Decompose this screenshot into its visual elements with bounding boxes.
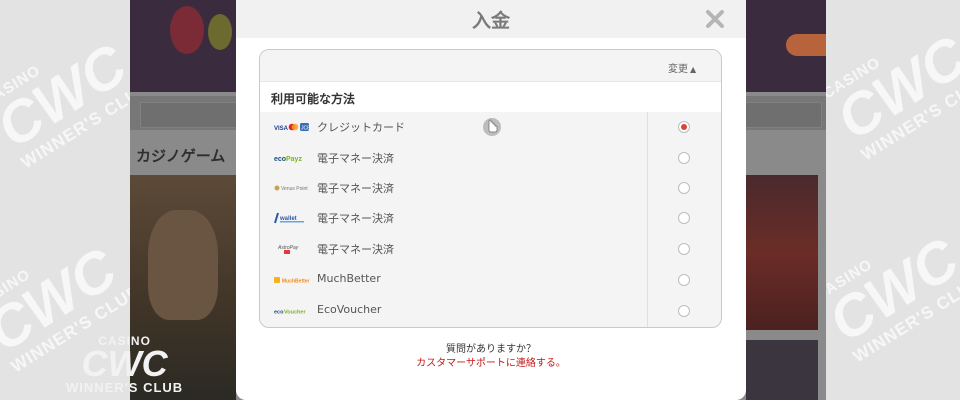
visa-mastercard-jcb-logo: VISA JCB bbox=[274, 123, 310, 132]
method-row-iwallet[interactable]: wallet 電子マネー決済 bbox=[260, 203, 721, 233]
muchbetter-logo: MuchBetter bbox=[274, 277, 310, 285]
method-row-astropay[interactable]: AstroPay 電子マネー決済 bbox=[260, 234, 721, 264]
watermark-panel-right: CASINO CWC WINNER'S CLUB CASINO CWC WINN… bbox=[826, 0, 960, 400]
page-tab bbox=[742, 102, 822, 128]
watermark: CASINO CWC WINNER'S CLUB bbox=[826, 225, 960, 367]
caret-up-icon: ▲ bbox=[690, 65, 697, 74]
method-name: 電子マネー決済 bbox=[317, 182, 394, 195]
page-tab bbox=[140, 102, 240, 128]
method-radio[interactable] bbox=[678, 243, 690, 255]
deposit-modal: 入金 変更 ▲ 利用可能な方法 VISA JCB クレジットカード eco Pa… bbox=[236, 0, 746, 400]
method-row-venus-point[interactable]: Venus Point 電子マネー決済 bbox=[260, 173, 721, 203]
method-name: 電子マネー決済 bbox=[317, 152, 394, 165]
available-methods-header: 利用可能な方法 bbox=[260, 82, 721, 112]
svg-text:eco: eco bbox=[274, 156, 286, 163]
header-button bbox=[786, 34, 826, 56]
method-row-ecovoucher[interactable]: eco Voucher EcoVoucher bbox=[260, 296, 721, 326]
change-method-toggle[interactable]: 変更 ▲ bbox=[668, 60, 696, 75]
method-row-muchbetter[interactable]: MuchBetter MuchBetter bbox=[260, 265, 721, 295]
svg-text:Voucher: Voucher bbox=[284, 310, 306, 316]
method-radio-selected[interactable] bbox=[678, 121, 690, 133]
ecovoucher-logo: eco Voucher bbox=[274, 310, 306, 316]
method-radio[interactable] bbox=[678, 182, 690, 194]
method-name: EcoVoucher bbox=[317, 303, 382, 316]
method-radio[interactable] bbox=[678, 274, 690, 286]
watermark: CASINO CWC WINNER'S CLUB bbox=[826, 23, 960, 165]
close-icon[interactable] bbox=[704, 8, 726, 30]
watermark: CASINO CWC WINNER'S CLUB bbox=[0, 31, 130, 173]
change-label: 変更 bbox=[668, 64, 688, 75]
modal-title: 入金 bbox=[471, 10, 510, 32]
svg-text:Payz: Payz bbox=[286, 156, 302, 163]
payment-methods-panel: 変更▲ 利用可能な方法 VISA JCB クレジットカード eco Payz bbox=[259, 49, 722, 328]
svg-text:Venus Point: Venus Point bbox=[281, 186, 308, 192]
section-title: カジノゲーム bbox=[136, 147, 226, 165]
method-radio[interactable] bbox=[678, 152, 690, 164]
method-name: クレジットカード bbox=[317, 121, 405, 134]
casino-logo: CASINO CWC WINNER'S CLUB bbox=[66, 334, 184, 395]
iwallet-logo: wallet bbox=[274, 212, 304, 224]
contact-support-link[interactable]: カスタマーサポートに連絡する。 bbox=[236, 354, 746, 369]
method-name: 電子マネー決済 bbox=[317, 243, 394, 256]
astropay-logo: AstroPay bbox=[277, 245, 299, 254]
venus-point-logo: Venus Point bbox=[274, 185, 308, 192]
method-name: MuchBetter bbox=[317, 272, 381, 285]
method-name: 電子マネー決済 bbox=[317, 212, 394, 225]
modal-header: 入金 bbox=[236, 0, 746, 38]
game-thumbnail bbox=[746, 340, 818, 400]
ecopayz-logo: eco Payz bbox=[274, 156, 302, 163]
lantern-image bbox=[170, 6, 204, 54]
available-methods-label: 利用可能な方法 bbox=[271, 92, 356, 106]
help-question: 質問がありますか？ bbox=[446, 344, 536, 355]
svg-text:VISA: VISA bbox=[274, 126, 289, 132]
method-row-ecopayz[interactable]: eco Payz 電子マネー決済 bbox=[260, 143, 721, 173]
panel-toolbar: 変更 ▲ bbox=[260, 50, 721, 82]
game-thumbnail bbox=[746, 175, 818, 330]
method-radio[interactable] bbox=[678, 305, 690, 317]
svg-text:eco: eco bbox=[274, 310, 284, 316]
game-character-image bbox=[148, 210, 218, 320]
svg-text:MuchBetter: MuchBetter bbox=[282, 279, 310, 285]
svg-text:JCB: JCB bbox=[301, 126, 310, 132]
lantern-image bbox=[208, 14, 232, 50]
hand-cursor-icon bbox=[483, 118, 501, 136]
method-radio[interactable] bbox=[678, 212, 690, 224]
